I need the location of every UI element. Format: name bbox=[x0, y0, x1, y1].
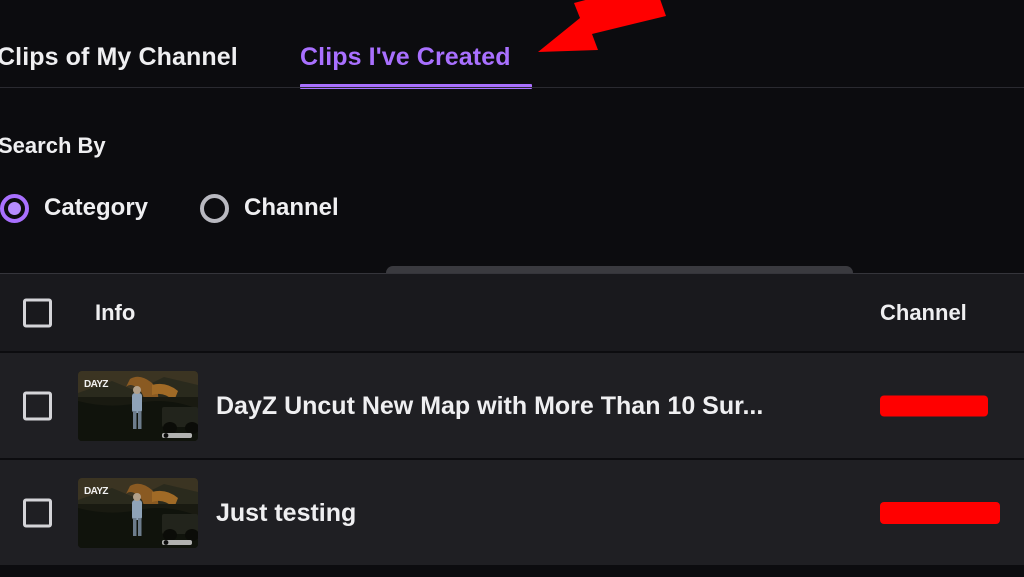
clip-thumbnail[interactable]: DAYZ bbox=[78, 477, 198, 548]
tab-bar: Clips of My Channel Clips I've Created bbox=[0, 0, 1024, 89]
clip-title[interactable]: Just testing bbox=[216, 498, 356, 528]
row-checkbox[interactable] bbox=[23, 498, 52, 527]
radio-icon-channel[interactable] bbox=[200, 193, 229, 223]
search-section: Search By Category Channel Enter a Categ… bbox=[0, 88, 1024, 322]
clip-title[interactable]: DayZ Uncut New Map with More Than 10 Sur… bbox=[216, 391, 763, 421]
clip-thumbnail[interactable]: DAYZ bbox=[78, 370, 198, 441]
redaction-bar bbox=[880, 395, 988, 416]
radio-label-channel: Channel bbox=[244, 194, 339, 221]
radio-label-category: Category bbox=[44, 194, 149, 221]
clips-table: Info Channel DAYZ DayZ Uncut New Map wit… bbox=[0, 273, 1024, 565]
column-header-channel[interactable]: Channel bbox=[880, 300, 967, 326]
checkbox-icon bbox=[23, 298, 52, 327]
column-header-info[interactable]: Info bbox=[95, 300, 135, 326]
radio-option-category[interactable]: Category bbox=[0, 188, 148, 228]
redaction-bar bbox=[880, 501, 1000, 524]
select-all-checkbox[interactable] bbox=[23, 298, 52, 327]
table-row[interactable]: DAYZ Just testing bbox=[0, 458, 1024, 565]
table-header-row: Info Channel bbox=[0, 273, 1024, 351]
clips-manager-page: Clips of My Channel Clips I've Created S… bbox=[0, 0, 1024, 577]
table-row[interactable]: DAYZ DayZ Uncut New Map with More Than 1… bbox=[0, 351, 1024, 458]
svg-text:DAYZ: DAYZ bbox=[84, 379, 108, 390]
row-checkbox[interactable] bbox=[23, 391, 52, 420]
svg-text:DAYZ: DAYZ bbox=[84, 486, 108, 497]
tab-clips-ive-created[interactable]: Clips I've Created bbox=[300, 42, 511, 72]
tab-clips-of-my-channel[interactable]: Clips of My Channel bbox=[0, 42, 238, 72]
checkbox-icon bbox=[23, 391, 52, 420]
radio-icon-category[interactable] bbox=[0, 193, 29, 223]
radio-option-channel[interactable]: Channel bbox=[200, 188, 339, 228]
checkbox-icon bbox=[23, 498, 52, 527]
search-by-label: Search By bbox=[0, 133, 106, 158]
